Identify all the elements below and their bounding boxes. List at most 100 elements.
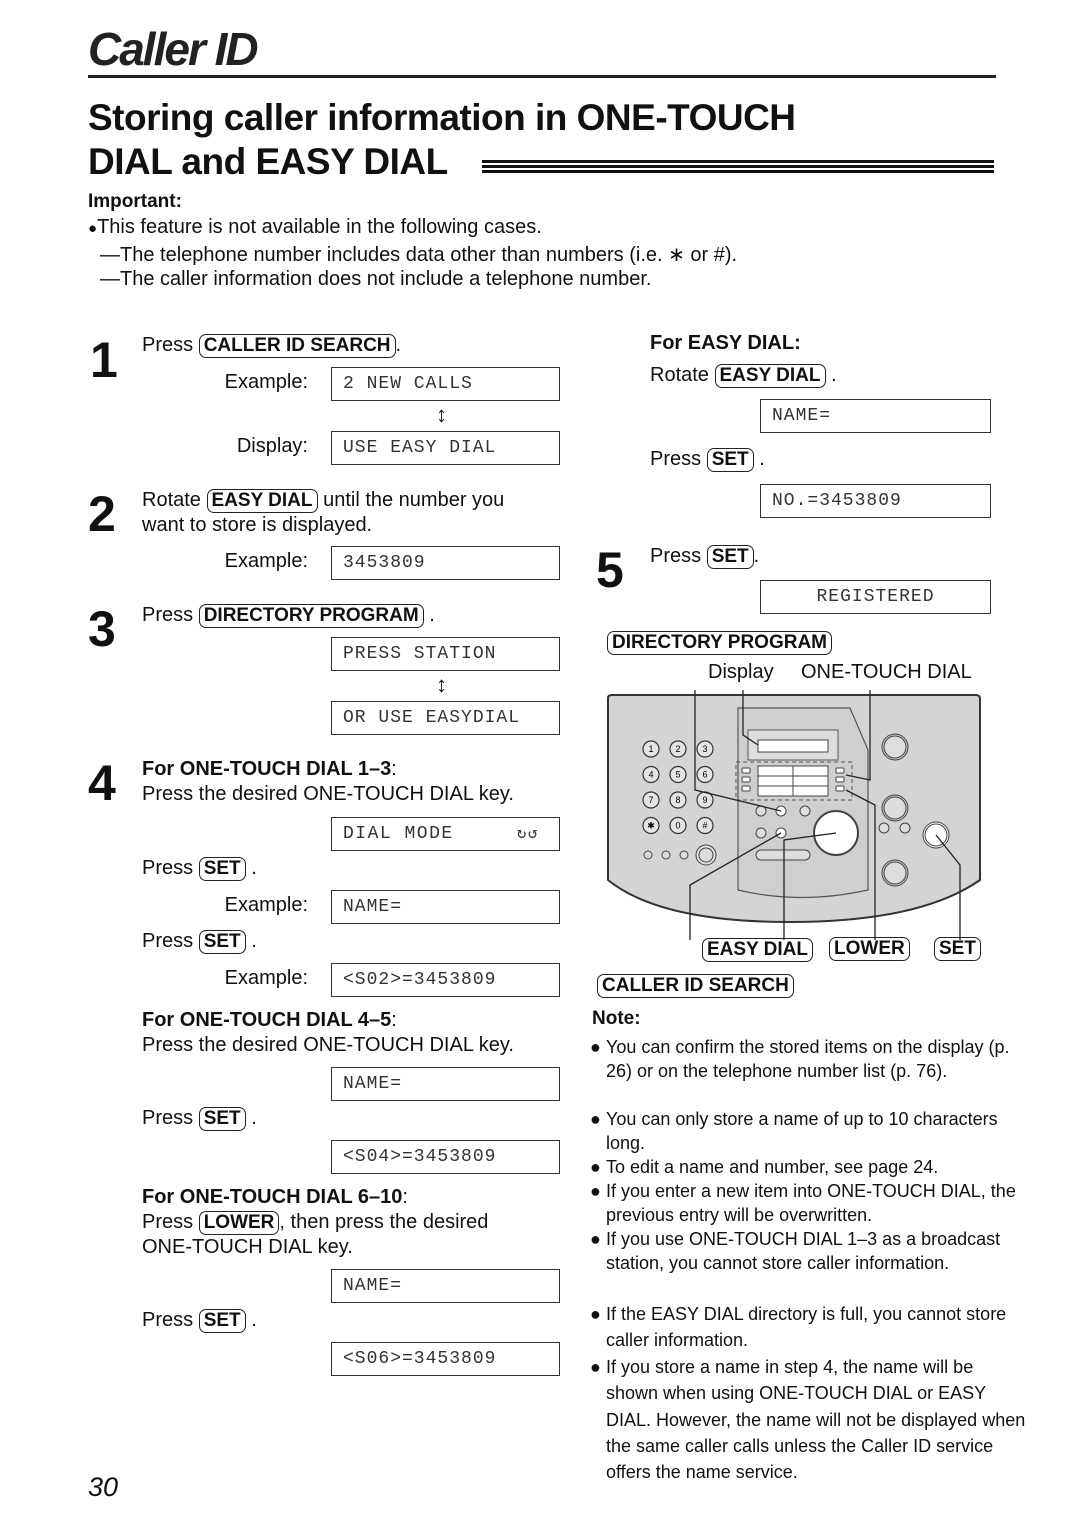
lcd-display: NAME= — [760, 399, 991, 433]
alternating-arrow-icon: ↕ — [436, 672, 447, 697]
bullet-icon: ● — [88, 220, 98, 237]
diagram-label-one-touch-dial: ONE-TOUCH DIAL — [801, 661, 972, 683]
press-set-instruction: Press SET . — [142, 930, 257, 954]
rotate-easy-dial-instruction: Rotate EASY DIAL . — [650, 364, 837, 388]
set-key[interactable]: SET — [706, 448, 754, 472]
lcd-display: 3453809 — [331, 546, 560, 580]
step-number-4: 4 — [88, 755, 116, 811]
note-label: Note: — [592, 1008, 641, 1029]
step-number-2: 2 — [88, 486, 116, 542]
step-2-instruction-line2: want to store is displayed. — [142, 514, 373, 536]
one-touch-6-10-heading: For ONE-TOUCH DIAL 6–10: — [142, 1186, 408, 1208]
press-set-instruction: Press SET . — [650, 448, 765, 472]
step-2-instruction: Rotate EASY DIAL until the number you — [142, 489, 505, 513]
lcd-display: NAME= — [331, 1269, 560, 1303]
page-number: 30 — [88, 1472, 119, 1502]
one-touch-1-3-heading: For ONE-TOUCH DIAL 1–3: — [142, 758, 397, 780]
fax-control-panel-diagram: 1 2 3 4 5 6 7 8 9 ✱ 0 # — [607, 690, 981, 940]
lcd-display: DIAL MODE ↻↺ — [331, 817, 560, 851]
press-set-instruction: Press SET . — [142, 857, 257, 881]
important-bullet-line: ●This feature is not available in the fo… — [88, 216, 542, 238]
easy-dial-key[interactable]: EASY DIAL — [714, 364, 826, 388]
note-item: ● If the EASY DIAL directory is full, you… — [590, 1301, 1026, 1353]
note-item: ● You can confirm the stored items on the… — [590, 1037, 1010, 1082]
important-case-2: —The caller information does not include… — [100, 268, 652, 290]
note-item: ● To edit a name and number, see page 24. — [590, 1155, 1026, 1179]
directory-program-key[interactable]: DIRECTORY PROGRAM — [198, 604, 424, 628]
lcd-display: REGISTERED — [760, 580, 991, 614]
keypad-key-label: 0 — [675, 821, 680, 831]
keypad-key-label: 9 — [702, 795, 707, 805]
lcd-display: 2 NEW CALLS — [331, 367, 560, 401]
keypad-key-label: 6 — [702, 770, 707, 780]
display-label: Display: — [236, 435, 308, 457]
section-title-line1: Storing caller information in ONE-TOUCH — [88, 97, 796, 138]
bullet-icon: ● — [590, 1229, 601, 1249]
keypad-key-label: 4 — [648, 770, 653, 780]
lcd-display: USE EASY DIAL — [331, 431, 560, 465]
lcd-display: <S02>=3453809 — [331, 963, 560, 997]
example-label: Example: — [224, 894, 308, 916]
set-key[interactable]: SET — [198, 1107, 246, 1131]
step-5-instruction: Press SET. — [650, 545, 760, 569]
bullet-icon: ● — [590, 1181, 601, 1201]
set-key[interactable]: SET — [198, 930, 246, 954]
keypad-key-label: 7 — [648, 795, 653, 805]
press-one-touch-instruction: Press the desired ONE-TOUCH DIAL key. — [142, 1034, 514, 1056]
lcd-display: OR USE EASYDIAL — [331, 701, 560, 735]
important-case-1: —The telephone number includes data othe… — [100, 244, 738, 266]
set-key[interactable]: SET — [706, 545, 754, 569]
keypad-key-label: # — [702, 821, 707, 831]
chapter-divider — [88, 75, 996, 78]
lcd-display: NAME= — [331, 890, 560, 924]
one-touch-key-line: ONE-TOUCH DIAL key. — [142, 1236, 353, 1258]
diagram-label-directory-program: DIRECTORY PROGRAM — [607, 631, 833, 655]
note-item: ● If you enter a new item into ONE-TOUCH … — [590, 1181, 1016, 1226]
press-set-instruction: Press SET . — [142, 1309, 257, 1333]
note-item: ● If you store a name in step 4, the name… — [590, 1354, 1026, 1485]
keypad-key-label: 1 — [648, 744, 653, 754]
lcd-display: <S04>=3453809 — [331, 1140, 560, 1174]
keypad-key-label: 8 — [675, 795, 680, 805]
easy-dial-key[interactable]: EASY DIAL — [206, 489, 318, 513]
display-window — [757, 739, 829, 753]
press-one-touch-instruction: Press the desired ONE-TOUCH DIAL key. — [142, 783, 514, 805]
lower-key[interactable]: LOWER — [198, 1211, 280, 1235]
step-number-1: 1 — [90, 332, 118, 388]
lcd-display: NO.=3453809 — [760, 484, 991, 518]
step-number-5: 5 — [596, 542, 624, 598]
alternating-arrow-icon: ↕ — [436, 402, 447, 427]
set-key[interactable]: SET — [198, 857, 246, 881]
keypad-key-label: 2 — [675, 744, 680, 754]
bullet-icon: ● — [590, 1037, 601, 1057]
bullet-icon: ● — [590, 1304, 601, 1324]
keypad-key-label: 5 — [675, 770, 680, 780]
diagram-label-caller-id-search: CALLER ID SEARCH — [597, 974, 794, 998]
press-set-instruction: Press SET . — [142, 1107, 257, 1131]
example-label: Example: — [224, 550, 308, 572]
set-key[interactable]: SET — [198, 1309, 246, 1333]
lcd-display: <S06>=3453809 — [331, 1342, 560, 1376]
caller-id-search-key[interactable]: CALLER ID SEARCH — [198, 334, 396, 358]
example-label: Example: — [224, 967, 308, 989]
diagram-label-set: SET — [934, 937, 981, 961]
step-3-instruction: Press DIRECTORY PROGRAM . — [142, 604, 435, 628]
title-decoration-rule — [482, 160, 994, 174]
lcd-display: NAME= — [331, 1067, 560, 1101]
important-label: Important: — [88, 191, 182, 212]
bullet-icon: ● — [590, 1109, 601, 1129]
bullet-icon: ● — [590, 1357, 601, 1377]
dial-mode-rotate-icon: ↻↺ — [516, 825, 539, 843]
keypad-key-label: ✱ — [647, 821, 655, 831]
lcd-display: PRESS STATION — [331, 637, 560, 671]
easy-dial-heading: For EASY DIAL: — [650, 332, 801, 354]
step-number-3: 3 — [88, 601, 116, 657]
diagram-label-lower: LOWER — [829, 937, 910, 961]
diagram-label-display: Display — [708, 661, 774, 683]
keypad-key-label: 3 — [702, 744, 707, 754]
press-lower-instruction: Press LOWER, then press the desired — [142, 1211, 489, 1235]
bullet-icon: ● — [590, 1157, 601, 1177]
example-label: Example: — [224, 371, 308, 393]
one-touch-4-5-heading: For ONE-TOUCH DIAL 4–5: — [142, 1009, 397, 1031]
note-item: ● If you use ONE-TOUCH DIAL 1–3 as a broa… — [590, 1229, 1001, 1274]
